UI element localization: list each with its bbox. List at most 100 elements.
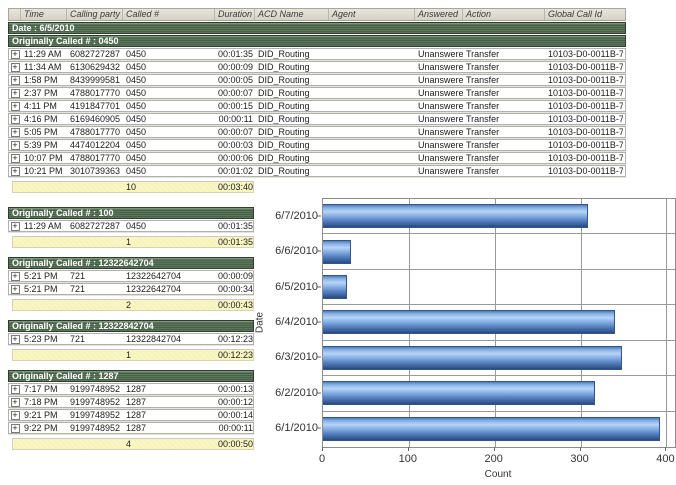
group-summary-row: 200:00:43 bbox=[12, 299, 254, 311]
expand-icon[interactable]: + bbox=[11, 128, 20, 137]
y-axis-tick bbox=[317, 215, 321, 216]
cell-calling-party: 9199748952 bbox=[67, 397, 123, 407]
summary-duration: 00:00:43 bbox=[215, 300, 255, 310]
cell-calling-party: 6082727287 bbox=[67, 49, 123, 59]
cell-action: Transfer bbox=[463, 75, 545, 85]
cell-time: 10:21 PM bbox=[21, 166, 67, 176]
expand-cell: + bbox=[9, 423, 21, 433]
summary-count: 10 bbox=[123, 182, 215, 192]
cell-action: Transfer bbox=[463, 62, 545, 72]
group-summary-row: 10 00:03:40 bbox=[12, 181, 254, 193]
cell-called: 1287 bbox=[123, 410, 215, 420]
cell-action: Transfer bbox=[463, 114, 545, 124]
cell-time: 5:21 PM bbox=[21, 271, 67, 281]
cell-global-call-id: 10103-D0-0011B-771 bbox=[545, 88, 623, 98]
summary-count: 2 bbox=[123, 300, 215, 310]
sub-group-tables: Originally Called # : 100+11:29 AM608272… bbox=[8, 206, 254, 459]
table-row: +9:21 PM9199748952128700:00:14 bbox=[8, 409, 254, 421]
expand-icon[interactable]: + bbox=[11, 76, 20, 85]
cell-duration: 00:01:35 bbox=[215, 221, 255, 231]
cell-acd-name: DID_Routing bbox=[255, 140, 329, 150]
expand-icon[interactable]: + bbox=[11, 222, 20, 231]
cell-calling-party: 4788017770 bbox=[67, 153, 123, 163]
expand-icon[interactable]: + bbox=[11, 89, 20, 98]
summary-count: 1 bbox=[123, 237, 215, 247]
table-row: +5:21 PM7211232264270400:00:09 bbox=[8, 270, 254, 282]
category-band bbox=[323, 412, 675, 447]
cell-called: 0450 bbox=[123, 75, 215, 85]
expand-cell: + bbox=[9, 88, 21, 98]
expand-icon[interactable]: + bbox=[11, 335, 20, 344]
col-header-duration: Duration bbox=[215, 9, 255, 20]
bar bbox=[323, 346, 622, 370]
cell-called: 0450 bbox=[123, 127, 215, 137]
x-axis-tick bbox=[408, 447, 409, 451]
expand-icon[interactable]: + bbox=[11, 167, 20, 176]
y-axis-tick bbox=[317, 357, 321, 358]
expand-icon[interactable]: + bbox=[11, 102, 20, 111]
cell-called: 0450 bbox=[123, 49, 215, 59]
expand-cell: + bbox=[9, 334, 21, 344]
col-header-action: Action bbox=[463, 9, 545, 20]
y-axis-tick bbox=[317, 428, 321, 429]
table-row: +7:18 PM9199748952128700:00:12 bbox=[8, 396, 254, 408]
cell-action: Transfer bbox=[463, 101, 545, 111]
cell-action: Transfer bbox=[463, 88, 545, 98]
expand-icon[interactable]: + bbox=[11, 285, 20, 294]
expand-icon[interactable]: + bbox=[11, 50, 20, 59]
cell-duration: 00:00:09 bbox=[215, 271, 255, 281]
expand-cell: + bbox=[9, 75, 21, 85]
summary-duration: 00:03:40 bbox=[215, 182, 255, 192]
cell-calling-party: 6169460905 bbox=[67, 114, 123, 124]
expand-icon[interactable]: + bbox=[11, 398, 20, 407]
cell-duration: 00:00:11 bbox=[215, 114, 255, 124]
expand-icon[interactable]: + bbox=[11, 141, 20, 150]
cell-called: 0450 bbox=[123, 88, 215, 98]
cell-duration: 00:00:05 bbox=[215, 75, 255, 85]
cell-called: 12322642704 bbox=[123, 284, 215, 294]
bar bbox=[323, 381, 595, 405]
cell-answered: Unanswered bbox=[415, 75, 463, 85]
expand-icon[interactable]: + bbox=[11, 411, 20, 420]
x-axis-label: 400 bbox=[656, 453, 674, 465]
expand-cell: + bbox=[9, 101, 21, 111]
cell-time: 9:21 PM bbox=[21, 410, 67, 420]
cell-time: 4:11 PM bbox=[21, 101, 67, 111]
col-header-called: Called # bbox=[123, 9, 215, 20]
x-axis-tick bbox=[322, 447, 323, 451]
summary-duration: 00:01:35 bbox=[215, 237, 255, 247]
expand-icon[interactable]: + bbox=[11, 115, 20, 124]
expand-icon[interactable]: + bbox=[11, 424, 20, 433]
cell-acd-name: DID_Routing bbox=[255, 75, 329, 85]
expand-icon[interactable]: + bbox=[11, 154, 20, 163]
y-axis-tick bbox=[317, 392, 321, 393]
bar bbox=[323, 275, 347, 299]
cell-agent bbox=[329, 166, 415, 176]
expand-icon[interactable]: + bbox=[11, 63, 20, 72]
category-band bbox=[323, 341, 675, 376]
expand-cell: + bbox=[9, 127, 21, 137]
bar bbox=[323, 310, 615, 334]
cell-agent bbox=[329, 101, 415, 111]
group-header: Originally Called # : 100 bbox=[8, 207, 254, 219]
call-group: Originally Called # : 1287+7:17 PM919974… bbox=[8, 370, 254, 450]
cell-calling-party: 8439999581 bbox=[67, 75, 123, 85]
cell-acd-name: DID_Routing bbox=[255, 166, 329, 176]
cell-time: 7:17 PM bbox=[21, 384, 67, 394]
expand-icon[interactable]: + bbox=[11, 385, 20, 394]
table-row: +1:58 PM8439999581045000:00:05DID_Routin… bbox=[8, 74, 626, 86]
cell-duration: 00:12:23 bbox=[215, 334, 255, 344]
cell-duration: 00:01:35 bbox=[215, 49, 255, 59]
cell-acd-name: DID_Routing bbox=[255, 101, 329, 111]
summary-count: 4 bbox=[123, 439, 215, 449]
expand-icon[interactable]: + bbox=[11, 272, 20, 281]
cell-duration: 00:01:02 bbox=[215, 166, 255, 176]
date-group-header: Date : 6/5/2010 bbox=[8, 22, 626, 34]
expand-cell: + bbox=[9, 384, 21, 394]
group-summary-row: 100:01:35 bbox=[12, 236, 254, 248]
cell-time: 2:37 PM bbox=[21, 88, 67, 98]
call-group: Originally Called # : 12322842704+5:23 P… bbox=[8, 320, 254, 361]
expand-cell: + bbox=[9, 166, 21, 176]
col-header-acd-name: ACD Name bbox=[255, 9, 329, 20]
cell-called: 12322642704 bbox=[123, 271, 215, 281]
